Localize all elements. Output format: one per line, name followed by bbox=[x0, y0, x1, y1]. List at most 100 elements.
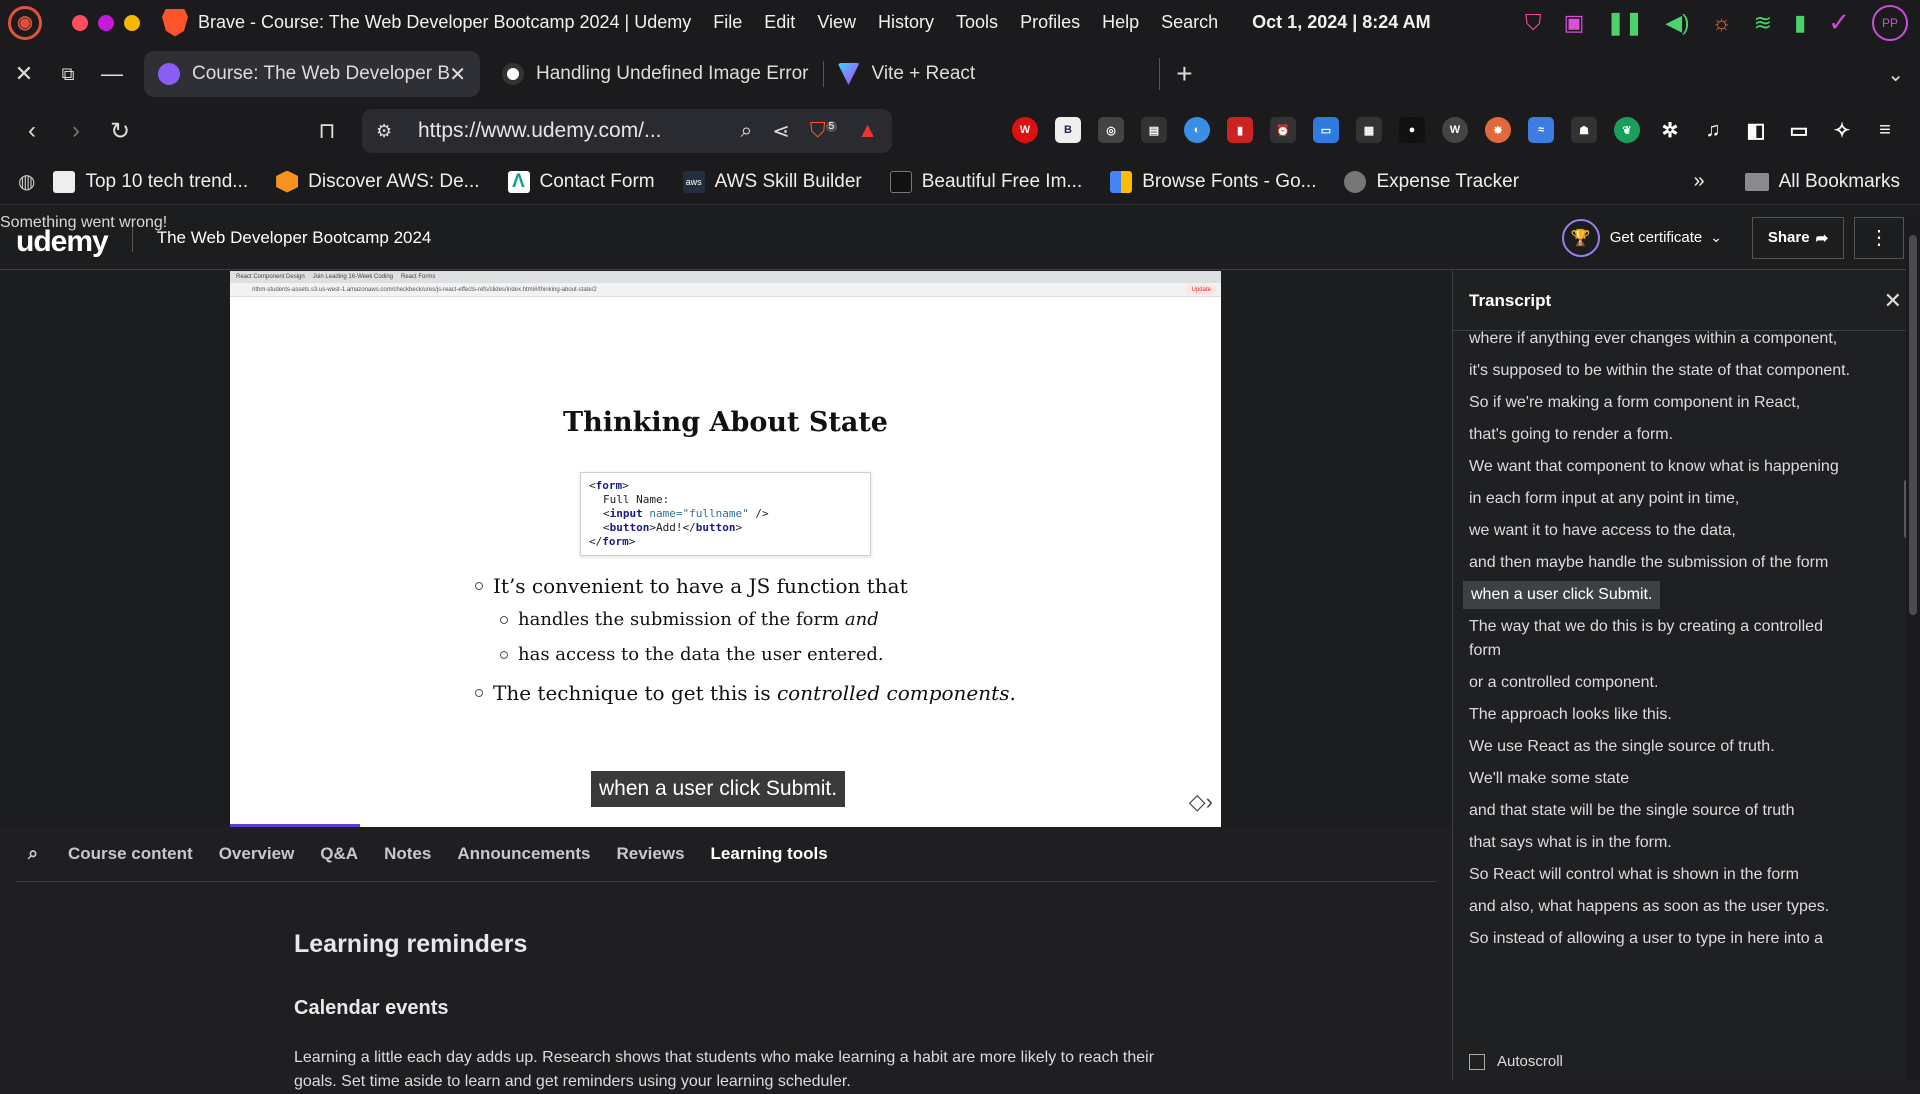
bookmark-icon[interactable]: ⊓ bbox=[305, 118, 349, 144]
bookmark-tech-trends[interactable]: Top 10 tech trend... bbox=[53, 170, 248, 193]
autoscroll-checkbox[interactable] bbox=[1469, 1053, 1485, 1070]
transcript-cue[interactable]: The approach looks like this. bbox=[1453, 701, 1873, 729]
calendar-icon[interactable]: ▣ bbox=[1564, 10, 1585, 36]
transcript-cue[interactable]: we want it to have access to the data, bbox=[1453, 517, 1873, 545]
menu-tools[interactable]: Tools bbox=[956, 12, 998, 33]
transcript-cue[interactable]: it's supposed to be within the state of … bbox=[1453, 357, 1873, 385]
wifi-icon[interactable]: ≋ bbox=[1754, 10, 1772, 36]
reload-icon[interactable]: ↻ bbox=[98, 117, 142, 146]
vivino-extension-icon[interactable]: W bbox=[1012, 117, 1038, 143]
transcript-cue[interactable]: The way that we do this is by creating a… bbox=[1453, 613, 1873, 665]
close-window-button[interactable] bbox=[72, 14, 88, 31]
share-icon[interactable]: ⋖ bbox=[772, 119, 790, 144]
menu-help[interactable]: Help bbox=[1102, 12, 1139, 33]
tab-learning-tools[interactable]: Learning tools bbox=[711, 844, 828, 864]
bookmark-google-fonts[interactable]: Browse Fonts - Go... bbox=[1110, 170, 1316, 193]
back-icon[interactable]: ‹ bbox=[10, 117, 54, 145]
menu-file[interactable]: File bbox=[713, 12, 742, 33]
transcript-cue[interactable]: So instead of allowing a user to type in… bbox=[1453, 925, 1873, 953]
maximize-window-button[interactable] bbox=[124, 14, 140, 31]
transcript-cue[interactable]: and that state will be the single source… bbox=[1453, 797, 1873, 825]
tab-course-content[interactable]: Course content bbox=[68, 844, 193, 864]
forward-icon[interactable]: › bbox=[54, 117, 98, 145]
page-scrollbar[interactable] bbox=[1906, 215, 1920, 1080]
course-title[interactable]: The Web Developer Bootcamp 2024 bbox=[157, 228, 432, 248]
close-icon[interactable]: ✕ bbox=[2, 61, 46, 87]
tab-vite-react[interactable]: Vite + React bbox=[824, 51, 990, 97]
minimize-icon[interactable]: — bbox=[90, 61, 134, 87]
tab-notes[interactable]: Notes bbox=[384, 844, 431, 864]
volume-icon[interactable]: ◀) bbox=[1665, 10, 1689, 36]
user-avatar[interactable]: PP bbox=[1872, 4, 1908, 41]
scrollbar-thumb[interactable] bbox=[1909, 235, 1917, 615]
search-icon[interactable]: ⌕ bbox=[16, 843, 50, 864]
bookmark-aws-discover[interactable]: Discover AWS: De... bbox=[276, 170, 480, 193]
tab-overview[interactable]: Overview bbox=[219, 844, 295, 864]
transcript-cue[interactable]: We'll make some state bbox=[1453, 765, 1873, 793]
transcript-cue[interactable]: So if we're making a form component in R… bbox=[1453, 389, 1873, 417]
transcript-cue[interactable]: So React will control what is shown in t… bbox=[1453, 861, 1873, 889]
transcript-cue[interactable]: and then maybe handle the submission of … bbox=[1453, 549, 1873, 577]
menu-edit[interactable]: Edit bbox=[764, 12, 795, 33]
transcript-cue[interactable]: We want that component to know what is h… bbox=[1453, 453, 1873, 481]
close-transcript-icon[interactable]: ✕ bbox=[1884, 288, 1902, 314]
get-certificate-button[interactable]: Get certificate bbox=[1610, 229, 1703, 246]
transcript-cue[interactable]: We use React as the single source of tru… bbox=[1453, 733, 1873, 761]
menu-history[interactable]: History bbox=[878, 12, 934, 33]
restore-window-icon[interactable]: ⧉ bbox=[46, 64, 90, 85]
close-tab-icon[interactable]: ✕ bbox=[449, 62, 466, 87]
tab-udemy-course[interactable]: Course: The Web Developer B ✕ bbox=[144, 51, 480, 97]
next-slide-chevron-icon[interactable]: ◇› bbox=[1189, 789, 1213, 815]
brave-rewards-icon[interactable]: ▲ bbox=[857, 119, 878, 143]
address-bar[interactable]: ⚙ https://www.udemy.com/... ⌕ ⋖ ⛉ 5 ▲ bbox=[362, 109, 892, 153]
bookmark-expense-tracker[interactable]: Expense Tracker bbox=[1344, 170, 1519, 193]
pause-icon[interactable]: ❚❚ bbox=[1606, 10, 1643, 36]
new-tab-button[interactable]: + bbox=[1159, 58, 1208, 90]
alarm-extension-icon[interactable]: ⏰ bbox=[1270, 117, 1296, 143]
share-button[interactable]: Share ➦ bbox=[1752, 216, 1844, 259]
grid-extension-icon[interactable]: ▦ bbox=[1356, 117, 1382, 143]
leo-ai-icon[interactable]: ✧ bbox=[1829, 117, 1855, 143]
main-menu-icon[interactable]: ≡ bbox=[1872, 117, 1898, 143]
globe-icon[interactable]: ◍ bbox=[18, 169, 35, 194]
site-settings-icon[interactable]: ⚙ bbox=[376, 121, 408, 142]
vpn-shield-icon[interactable]: ⛉ bbox=[1525, 10, 1542, 36]
tab-announcements[interactable]: Announcements bbox=[457, 844, 590, 864]
leaf-extension-icon[interactable]: ❦ bbox=[1614, 117, 1640, 143]
autoscroll-toggle[interactable]: Autoscroll bbox=[1469, 1053, 1563, 1070]
menu-profiles[interactable]: Profiles bbox=[1020, 12, 1080, 33]
transcript-cue[interactable]: that's going to render a form. bbox=[1453, 421, 1873, 449]
minimize-window-button[interactable] bbox=[98, 14, 114, 31]
notifications-chevron-icon[interactable]: ✓ bbox=[1828, 7, 1850, 38]
transcript-cue[interactable]: in each form input at any point in time, bbox=[1453, 485, 1873, 513]
clipboard-extension-icon[interactable]: ▤ bbox=[1141, 117, 1167, 143]
brightness-icon[interactable]: ☼ bbox=[1711, 10, 1731, 36]
transcript-cue[interactable]: and also, what happens as soon as the us… bbox=[1453, 893, 1873, 921]
battery-icon[interactable]: ▮ bbox=[1794, 10, 1806, 36]
url-text[interactable]: https://www.udemy.com/... bbox=[408, 119, 741, 143]
color-picker-extension-icon[interactable]: ◐ bbox=[1184, 117, 1210, 143]
transcript-cue[interactable]: that says what is in the form. bbox=[1453, 829, 1873, 857]
reader-extension-icon[interactable]: ◎ bbox=[1098, 117, 1124, 143]
menu-search[interactable]: Search bbox=[1161, 12, 1218, 33]
pdf-extension-icon[interactable]: ▮ bbox=[1227, 117, 1253, 143]
bookmark-aws-skill-builder[interactable]: aws AWS Skill Builder bbox=[682, 170, 862, 193]
more-options-icon[interactable]: ⋮ bbox=[1854, 216, 1904, 259]
search-icon[interactable]: ⌕ bbox=[741, 119, 753, 143]
tab-list-chevron-icon[interactable]: ⌄ bbox=[1887, 62, 1904, 87]
user-extension-icon[interactable]: ☗ bbox=[1571, 117, 1597, 143]
transcript-cue-current[interactable]: when a user click Submit. bbox=[1463, 581, 1661, 609]
dark-extension-icon[interactable]: ● bbox=[1399, 117, 1425, 143]
transcript-cue[interactable]: where if anything ever changes within a … bbox=[1453, 325, 1873, 353]
screenshot-extension-icon[interactable]: ▭ bbox=[1313, 117, 1339, 143]
all-bookmarks-button[interactable]: All Bookmarks bbox=[1779, 171, 1900, 193]
system-clock[interactable]: Oct 1, 2024 | 8:24 AM bbox=[1252, 12, 1430, 33]
sidebar-icon[interactable]: ◧ bbox=[1743, 117, 1769, 143]
bookmark-contact-form[interactable]: Λ Contact Form bbox=[507, 170, 655, 193]
more-bookmarks-chevron-icon[interactable]: » bbox=[1693, 170, 1704, 193]
os-logo-icon[interactable]: ◉ bbox=[8, 5, 42, 40]
colorful-extension-icon[interactable]: ✸ bbox=[1485, 117, 1511, 143]
tab-handling-error[interactable]: Handling Undefined Image Error bbox=[488, 51, 823, 97]
puzzle-extensions-icon[interactable]: ✲ bbox=[1657, 117, 1683, 143]
brave-shields-icon[interactable]: ⛉ 5 bbox=[810, 119, 838, 143]
